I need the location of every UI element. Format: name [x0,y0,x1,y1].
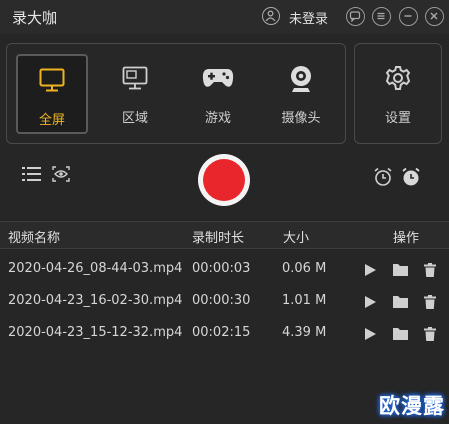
video-name: 2020-04-23_15-12-32.mp4 [8,325,183,340]
watermark-text: 欧漫露 [379,394,445,418]
record-mode-panel: 全屏 区域 游戏 摄像头 [6,43,346,144]
table-row[interactable]: 2020-04-23_16-02-30.mp4 00:00:30 1.01 M [0,285,449,317]
video-name: 2020-04-26_08-44-03.mp4 [8,261,183,276]
mode-region[interactable]: 区域 [99,54,171,134]
mode-webcam[interactable]: 摄像头 [265,54,337,134]
folder-icon[interactable] [392,262,409,281]
region-icon [99,64,171,94]
mode-game[interactable]: 游戏 [182,54,254,134]
header-size: 大小 [283,231,310,246]
title-bar: 录大咖 未登录 [0,0,449,34]
preview-eye-icon[interactable] [52,166,70,186]
mode-label: 游戏 [204,111,231,126]
folder-icon[interactable] [392,294,409,313]
video-duration: 00:00:03 [192,261,251,276]
video-duration: 00:00:30 [192,293,251,308]
table-row[interactable]: 2020-04-23_15-12-32.mp4 00:02:15 4.39 M [0,317,449,349]
settings-panel: 设置 [354,43,442,144]
play-icon[interactable] [363,294,377,313]
play-icon[interactable] [363,262,377,281]
user-icon[interactable] [262,7,280,25]
video-size: 1.01 M [282,293,327,308]
folder-icon[interactable] [392,326,409,345]
table-row[interactable]: 2020-04-26_08-44-03.mp4 00:00:03 0.06 M [0,253,449,285]
webcam-icon [265,64,337,94]
minimize-icon[interactable] [399,7,418,26]
alarm-clock-outline-icon[interactable] [373,167,393,191]
monitor-icon [18,66,86,96]
play-icon[interactable] [363,326,377,345]
delete-icon[interactable] [424,326,436,345]
record-dot-icon [203,159,245,201]
video-size: 0.06 M [282,261,327,276]
list-view-icon[interactable] [22,166,42,186]
record-button[interactable] [198,154,250,206]
video-name: 2020-04-23_16-02-30.mp4 [8,293,183,308]
video-duration: 00:02:15 [192,325,251,340]
alarm-clock-filled-icon[interactable] [401,167,421,191]
close-icon[interactable] [425,7,444,26]
gamepad-icon [182,64,254,94]
mode-label: 区域 [121,111,148,126]
login-status[interactable]: 未登录 [289,8,328,27]
mode-label: 摄像头 [281,111,321,126]
list-header: 视频名称 录制时长 大小 操作 [0,221,449,249]
mode-label: 全屏 [38,113,65,128]
settings-button[interactable]: 设置 [362,54,434,134]
gear-icon [362,64,434,94]
mode-fullscreen[interactable]: 全屏 [16,54,88,134]
header-duration: 录制时长 [192,231,245,246]
settings-label: 设置 [384,111,411,126]
app-title: 录大咖 [12,9,58,27]
header-video-name: 视频名称 [8,231,61,246]
header-actions: 操作 [393,231,420,246]
menu-icon[interactable] [372,7,391,26]
chat-icon[interactable] [346,7,365,26]
video-size: 4.39 M [282,325,327,340]
delete-icon[interactable] [424,262,436,281]
delete-icon[interactable] [424,294,436,313]
